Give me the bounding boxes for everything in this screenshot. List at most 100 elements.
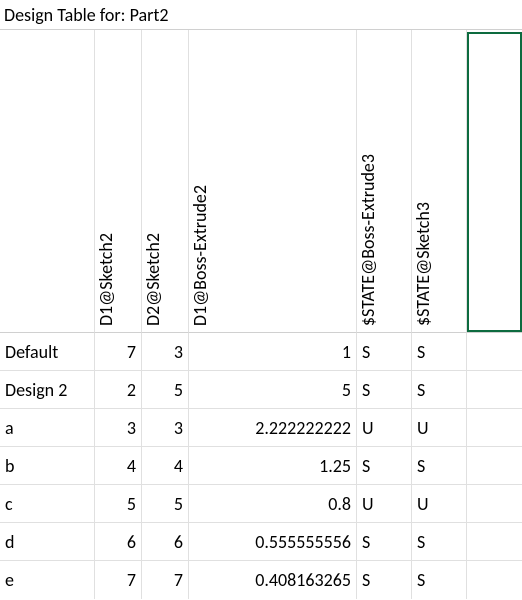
cell[interactable]: S bbox=[412, 561, 467, 599]
cell-text: S bbox=[362, 379, 370, 401]
cell[interactable]: 7 bbox=[95, 333, 142, 371]
cell-text: U bbox=[362, 493, 374, 515]
col-header-state-sketch3[interactable]: $STATE@Sketch3 bbox=[412, 30, 467, 333]
cell-text: 2 bbox=[127, 379, 136, 401]
cell-text: e bbox=[5, 569, 14, 591]
cell[interactable]: S bbox=[357, 371, 412, 409]
cell-text: 5 bbox=[174, 379, 183, 401]
cell-text: S bbox=[362, 341, 370, 363]
col-header-label: D1@Sketch2 bbox=[95, 233, 121, 326]
row-label[interactable]: Default bbox=[0, 333, 95, 371]
cell[interactable]: 2.222222222 bbox=[189, 409, 357, 447]
cell[interactable]: 5 bbox=[189, 371, 357, 409]
cell-text: 1 bbox=[342, 341, 351, 363]
cell-text: 3 bbox=[127, 417, 136, 439]
row-label[interactable]: d bbox=[0, 523, 95, 561]
cell[interactable]: 6 bbox=[95, 523, 142, 561]
cell[interactable]: U bbox=[357, 409, 412, 447]
cell[interactable]: 5 bbox=[95, 485, 142, 523]
cell-text: S bbox=[362, 455, 370, 477]
cell-text: S bbox=[417, 455, 425, 477]
cell-text: 4 bbox=[174, 455, 183, 477]
col-header-label: D1@Boss-Extrude2 bbox=[189, 185, 215, 326]
cell-text: U bbox=[417, 417, 429, 439]
cell-text: Design 2 bbox=[5, 379, 67, 401]
cell-text: 3 bbox=[174, 417, 183, 439]
cell[interactable]: 7 bbox=[142, 561, 189, 599]
col-header-d2-sketch2[interactable]: D2@Sketch2 bbox=[142, 30, 189, 333]
cell[interactable] bbox=[467, 371, 522, 409]
col-header-d1-sketch2[interactable]: D1@Sketch2 bbox=[95, 30, 142, 333]
cell[interactable] bbox=[467, 447, 522, 485]
cell[interactable]: S bbox=[412, 371, 467, 409]
cell[interactable] bbox=[467, 523, 522, 561]
cell[interactable]: 1 bbox=[189, 333, 357, 371]
cell[interactable]: S bbox=[357, 447, 412, 485]
cell-text: 7 bbox=[127, 569, 136, 591]
cell[interactable]: U bbox=[412, 485, 467, 523]
cell[interactable]: S bbox=[357, 333, 412, 371]
cell[interactable]: U bbox=[357, 485, 412, 523]
row-label[interactable]: b bbox=[0, 447, 95, 485]
cell-text: 0.555555556 bbox=[255, 531, 351, 553]
cell[interactable]: S bbox=[357, 523, 412, 561]
cell-text: b bbox=[5, 455, 14, 477]
cell[interactable]: 0.555555556 bbox=[189, 523, 357, 561]
cell[interactable] bbox=[467, 409, 522, 447]
col-header-d1-bossextrude2[interactable]: D1@Boss-Extrude2 bbox=[189, 30, 357, 333]
col-header-selected[interactable] bbox=[467, 30, 522, 333]
cell[interactable] bbox=[467, 561, 522, 599]
cell[interactable]: 1.25 bbox=[189, 447, 357, 485]
cell-text: a bbox=[5, 417, 14, 439]
cell[interactable]: S bbox=[412, 447, 467, 485]
cell-text: c bbox=[5, 493, 13, 515]
col-header-state-bossextrude3[interactable]: $STATE@Boss-Extrude3 bbox=[357, 30, 412, 333]
cell[interactable]: U bbox=[412, 409, 467, 447]
row-label[interactable]: Design 2 bbox=[0, 371, 95, 409]
title-row: Design Table for: Part2 bbox=[0, 0, 522, 30]
cell-text: 4 bbox=[127, 455, 136, 477]
cell[interactable]: 3 bbox=[95, 409, 142, 447]
cell-text: 1.25 bbox=[319, 455, 351, 477]
row-label[interactable]: e bbox=[0, 561, 95, 599]
cell-text: S bbox=[417, 569, 425, 591]
cell[interactable]: 7 bbox=[95, 561, 142, 599]
col-header-label: $STATE@Sketch3 bbox=[412, 202, 438, 326]
cell[interactable]: 6 bbox=[142, 523, 189, 561]
cell[interactable]: 3 bbox=[142, 409, 189, 447]
cell[interactable]: S bbox=[412, 523, 467, 561]
cell[interactable]: 3 bbox=[142, 333, 189, 371]
cell-text: 5 bbox=[127, 493, 136, 515]
cell-text: 6 bbox=[174, 531, 183, 553]
cell[interactable]: 4 bbox=[95, 447, 142, 485]
col-header-label: D2@Sketch2 bbox=[142, 233, 168, 326]
cell[interactable] bbox=[467, 333, 522, 371]
header-corner[interactable] bbox=[0, 30, 95, 333]
selection-outline bbox=[467, 32, 522, 332]
cell[interactable]: S bbox=[412, 333, 467, 371]
cell[interactable]: 0.8 bbox=[189, 485, 357, 523]
cell[interactable]: 4 bbox=[142, 447, 189, 485]
cell-text: U bbox=[417, 493, 429, 515]
col-header-label: $STATE@Boss-Extrude3 bbox=[357, 154, 383, 326]
cell-text: 2.222222222 bbox=[255, 417, 351, 439]
cell-text: 5 bbox=[342, 379, 351, 401]
cell-text: S bbox=[362, 569, 370, 591]
cell[interactable]: 0.408163265 bbox=[189, 561, 357, 599]
row-label[interactable]: c bbox=[0, 485, 95, 523]
cell[interactable] bbox=[467, 485, 522, 523]
row-label[interactable]: a bbox=[0, 409, 95, 447]
cell-text: 7 bbox=[127, 341, 136, 363]
cell[interactable]: 5 bbox=[142, 371, 189, 409]
cell-text: 0.8 bbox=[328, 493, 351, 515]
cell-text: S bbox=[417, 341, 425, 363]
cell-text: 3 bbox=[174, 341, 183, 363]
cell-text: 7 bbox=[174, 569, 183, 591]
design-table-grid[interactable]: D1@Sketch2 D2@Sketch2 D1@Boss-Extrude2 $… bbox=[0, 30, 522, 599]
cell[interactable]: 2 bbox=[95, 371, 142, 409]
cell[interactable]: S bbox=[357, 561, 412, 599]
cell-text: d bbox=[5, 531, 14, 553]
cell-text: S bbox=[417, 379, 425, 401]
cell[interactable]: 5 bbox=[142, 485, 189, 523]
cell-text: 0.408163265 bbox=[255, 569, 351, 591]
